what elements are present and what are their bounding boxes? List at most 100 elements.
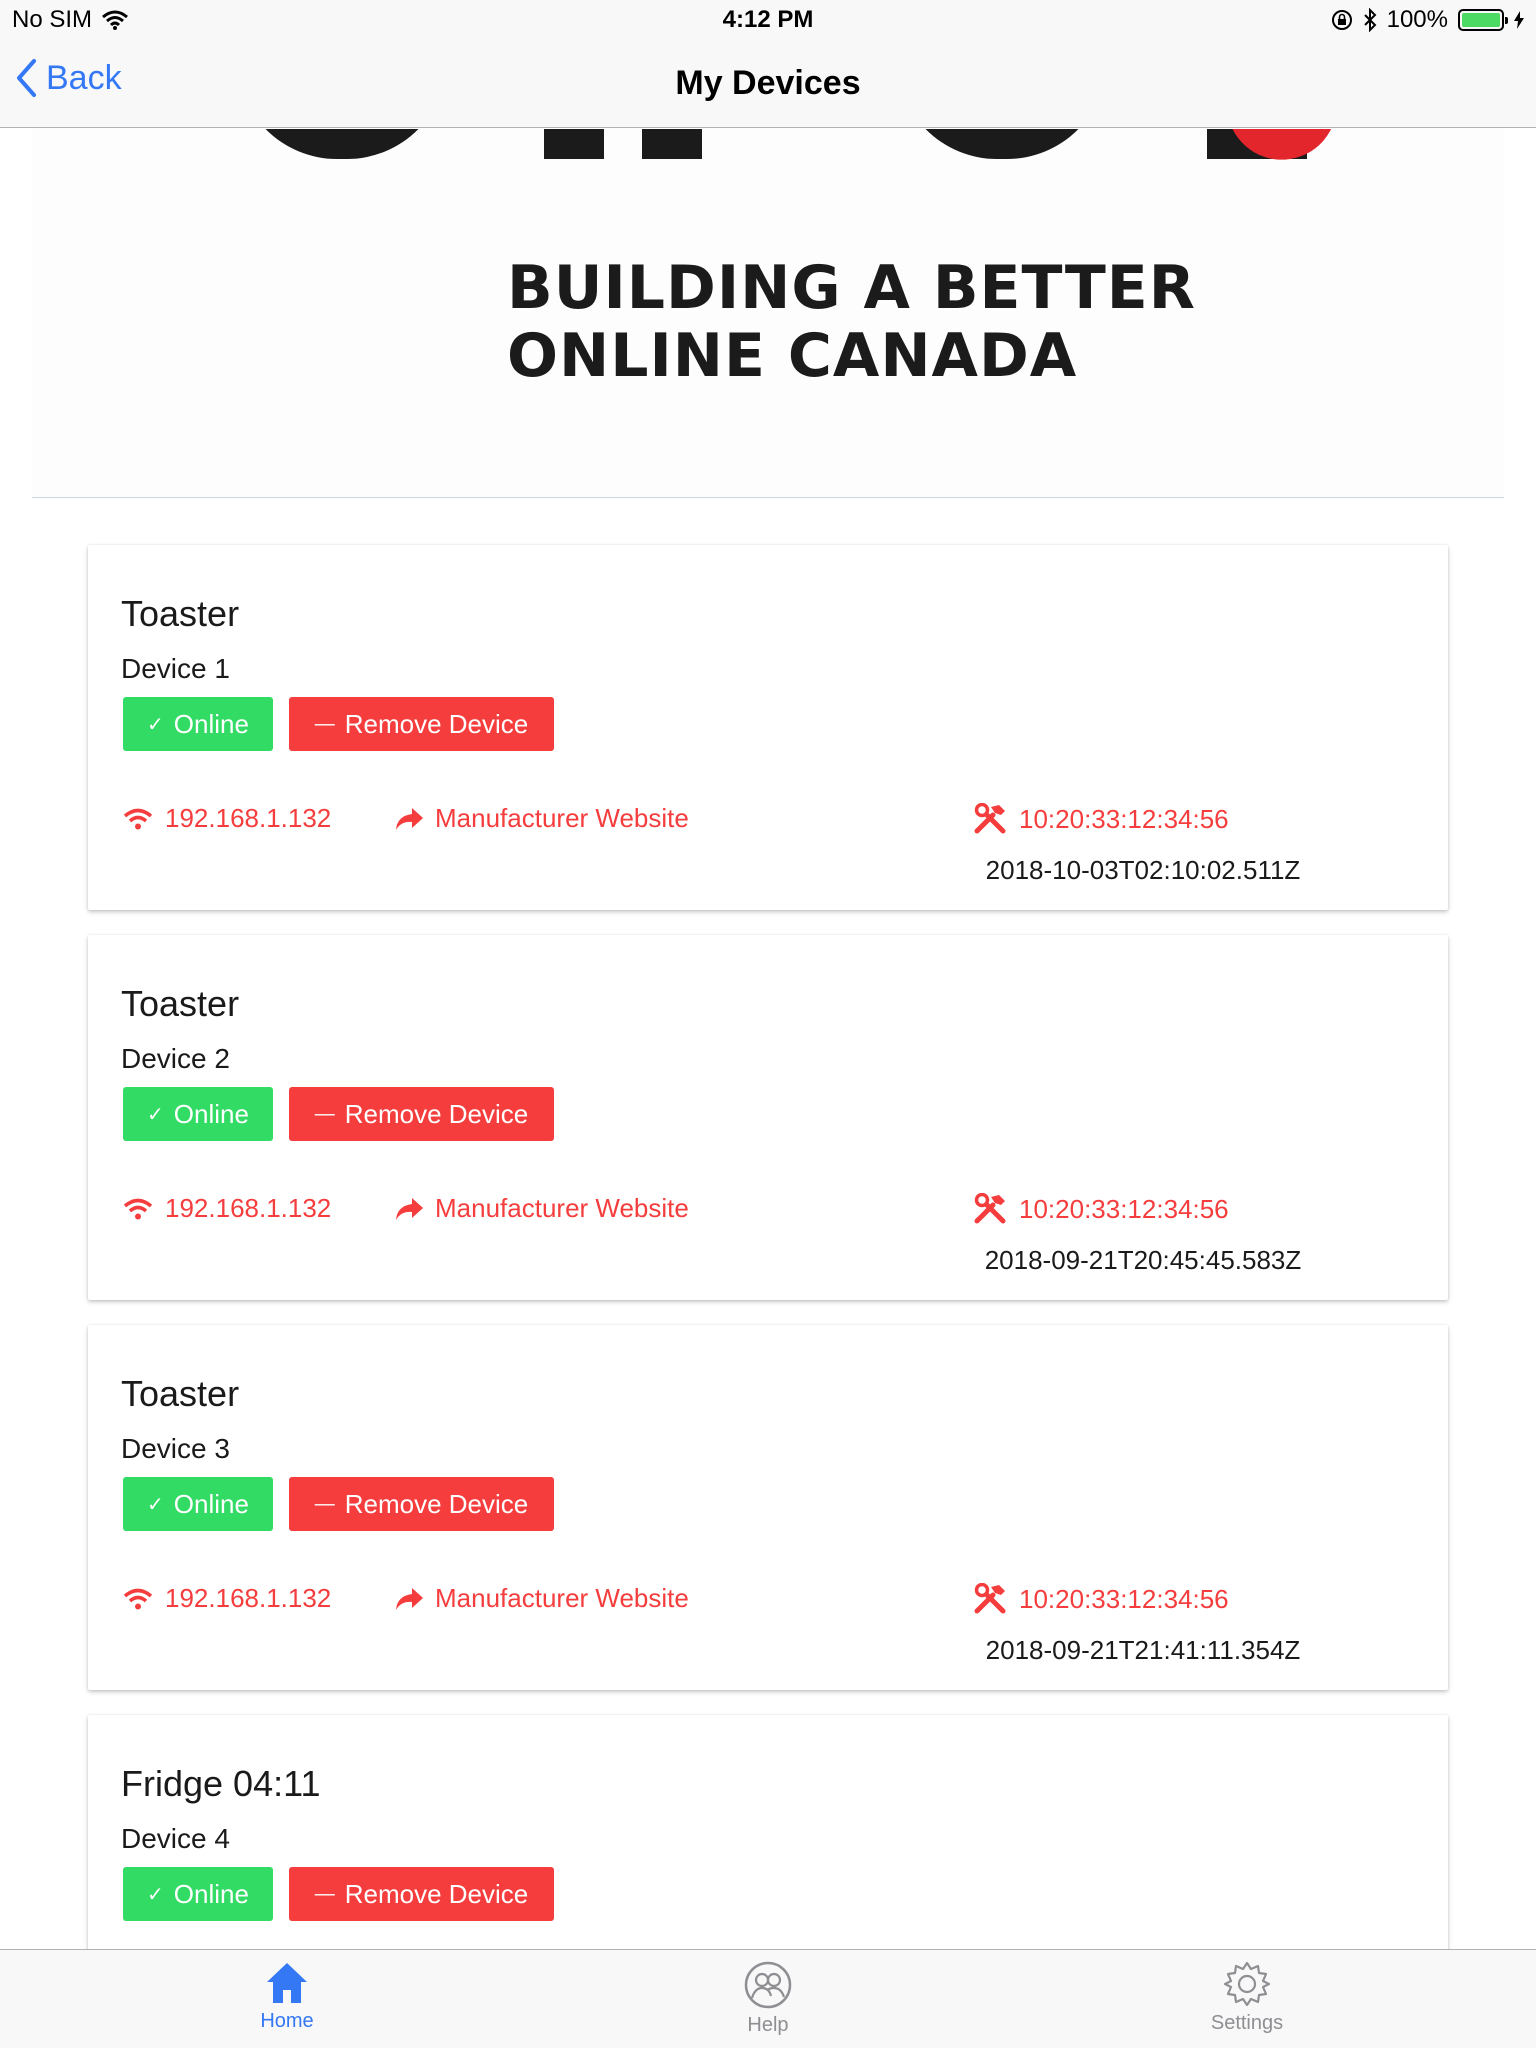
wifi-icon: [102, 10, 128, 30]
help-icon: [744, 1961, 792, 2009]
carrier-label: No SIM: [12, 6, 93, 33]
orientation-lock-icon: [1331, 10, 1352, 30]
share-arrow-icon: [396, 807, 423, 830]
website-label: Manufacturer Website: [435, 1583, 689, 1613]
device-label: Device 3: [121, 1433, 230, 1464]
tagline-line-1: BUILDING A BETTER: [507, 253, 1196, 323]
checkmark-icon: ✓: [147, 1883, 164, 1906]
gear-icon: [1223, 1961, 1271, 2007]
bluetooth-icon: [1363, 8, 1377, 32]
online-button[interactable]: ✓ Online: [123, 697, 273, 751]
online-label: Online: [173, 1488, 249, 1519]
battery-fill: [1462, 13, 1500, 27]
minus-icon: —: [314, 1492, 335, 1515]
ip-address: 192.168.1.132: [123, 1193, 331, 1224]
remove-device-button[interactable]: — Remove Device: [289, 1477, 554, 1531]
logo-fragment: [642, 129, 702, 159]
logo-fragment: [897, 129, 1107, 159]
tab-bar: Home Help Settings: [0, 1949, 1536, 2048]
website-label: Manufacturer Website: [435, 1193, 689, 1223]
mac-value: 10:20:33:12:34:56: [1019, 1193, 1229, 1224]
device-label: Device 2: [121, 1043, 230, 1074]
tools-icon: [974, 803, 1006, 834]
tab-label: Home: [260, 2010, 314, 2032]
checkmark-icon: ✓: [147, 1103, 164, 1126]
tab-label: Settings: [1210, 2012, 1284, 2034]
device-name: Fridge 04:11: [121, 1763, 321, 1804]
device-list-content[interactable]: BUILDING A BETTER ONLINE CANADA Toaster …: [0, 129, 1536, 1949]
logo-fragment: [544, 129, 604, 159]
tab-home[interactable]: Home: [187, 1960, 387, 2033]
charging-icon: [1514, 11, 1524, 29]
tools-icon: [974, 1193, 1006, 1224]
device-label: Device 1: [121, 653, 230, 684]
ip-value: 192.168.1.132: [165, 803, 332, 833]
device-card: Toaster Device 1 ✓ Online — Remove Devic…: [88, 545, 1448, 910]
online-label: Online: [173, 1878, 249, 1909]
minus-icon: —: [314, 1882, 335, 1905]
share-arrow-icon: [396, 1197, 423, 1220]
tab-help[interactable]: Help: [668, 1960, 868, 2037]
online-button[interactable]: ✓ Online: [123, 1477, 273, 1531]
ip-address: 192.168.1.132: [123, 803, 331, 834]
online-button[interactable]: ✓ Online: [123, 1087, 273, 1141]
manufacturer-website-link[interactable]: Manufacturer Website: [395, 803, 689, 834]
ip-address: 192.168.1.132: [123, 1583, 331, 1614]
remove-device-button[interactable]: — Remove Device: [289, 1087, 554, 1141]
online-button[interactable]: ✓ Online: [123, 1867, 273, 1921]
mac-address: 10:20:33:12:34:56: [973, 1193, 1229, 1225]
mac-address: 10:20:33:12:34:56: [973, 803, 1229, 835]
tab-settings[interactable]: Settings: [1147, 1960, 1347, 2035]
wifi-icon: [123, 1588, 153, 1609]
device-name: Toaster: [121, 1373, 240, 1414]
mac-value: 10:20:33:12:34:56: [1019, 803, 1229, 834]
battery-icon: [1458, 9, 1508, 31]
ip-value: 192.168.1.132: [165, 1193, 332, 1223]
mac-address: 10:20:33:12:34:56: [973, 1583, 1229, 1615]
device-card: Fridge 04:11 Device 4 ✓ Online — Remove …: [88, 1715, 1448, 1949]
tools-icon: [974, 1583, 1006, 1614]
share-arrow-icon: [396, 1587, 423, 1610]
page-title: My Devices: [675, 64, 861, 102]
tab-label: Help: [747, 2014, 789, 2036]
online-label: Online: [173, 708, 249, 739]
device-label: Device 4: [121, 1823, 230, 1854]
manufacturer-website-link[interactable]: Manufacturer Website: [395, 1583, 689, 1614]
remove-label: Remove Device: [344, 1098, 529, 1129]
remove-device-button[interactable]: — Remove Device: [289, 697, 554, 751]
tagline-line-2: ONLINE CANADA: [507, 321, 1078, 391]
chevron-left-icon: [17, 59, 36, 97]
manufacturer-website-link[interactable]: Manufacturer Website: [395, 1193, 689, 1224]
wifi-icon: [123, 1198, 153, 1219]
back-button[interactable]: Back: [14, 58, 122, 98]
minus-icon: —: [314, 712, 335, 735]
banner-tagline: BUILDING A BETTER ONLINE CANADA: [507, 254, 1196, 390]
device-name: Toaster: [121, 983, 240, 1024]
back-label: Back: [46, 58, 122, 97]
checkmark-icon: ✓: [147, 1493, 164, 1516]
timestamp: 2018-09-21T21:41:11.354Z: [985, 1635, 1301, 1665]
logo-fragment: [237, 129, 447, 159]
timestamp: 2018-09-21T20:45:45.583Z: [984, 1245, 1302, 1275]
minus-icon: —: [314, 1102, 335, 1125]
home-icon: [267, 1963, 307, 2003]
status-bar: No SIM 4:12 PM 100%: [0, 0, 1536, 40]
promo-banner: BUILDING A BETTER ONLINE CANADA: [32, 129, 1504, 499]
ip-value: 192.168.1.132: [165, 1583, 332, 1613]
remove-label: Remove Device: [344, 1878, 529, 1909]
status-right: 100%: [1331, 6, 1524, 34]
wifi-icon: [123, 808, 153, 829]
remove-device-button[interactable]: — Remove Device: [289, 1867, 554, 1921]
status-left: No SIM: [12, 6, 128, 34]
online-label: Online: [173, 1098, 249, 1129]
checkmark-icon: ✓: [147, 713, 164, 736]
battery-percent: 100%: [1386, 6, 1448, 33]
mac-value: 10:20:33:12:34:56: [1019, 1583, 1229, 1614]
device-card: Toaster Device 3 ✓ Online — Remove Devic…: [88, 1325, 1448, 1690]
website-label: Manufacturer Website: [435, 803, 689, 833]
status-time: 4:12 PM: [722, 6, 814, 33]
divider: [32, 497, 1504, 498]
timestamp: 2018-10-03T02:10:02.511Z: [985, 855, 1301, 885]
device-card: Toaster Device 2 ✓ Online — Remove Devic…: [88, 935, 1448, 1300]
remove-label: Remove Device: [344, 1488, 529, 1519]
